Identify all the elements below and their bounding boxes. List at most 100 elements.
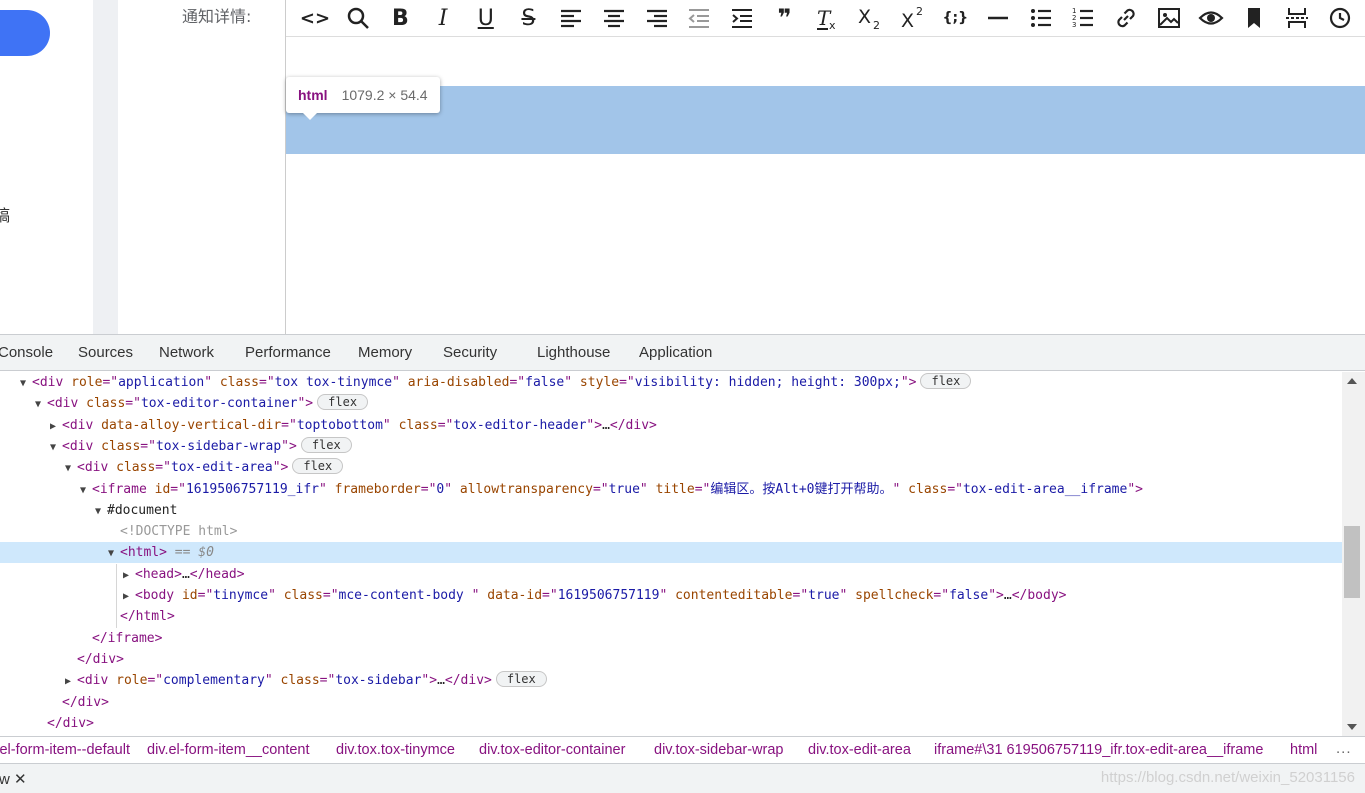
close-icon[interactable]: ✕ <box>14 770 27 788</box>
image-button[interactable] <box>1152 3 1186 33</box>
dom-node[interactable]: ▼ #document <box>0 500 1342 521</box>
editor-content-area[interactable]: html 1079.2 × 54.4 <box>286 38 1365 334</box>
code-button[interactable]: <> <box>298 3 332 33</box>
italic-icon: I <box>438 5 448 31</box>
dom-node[interactable]: ▼ <div class="tox-edit-area"> flex <box>0 457 1342 478</box>
dom-node[interactable]: ▼ <iframe id="1619506757119_ifr" framebor… <box>0 479 1342 500</box>
collapse-triangle-icon[interactable]: ▶ <box>50 416 62 437</box>
indent-button[interactable] <box>725 3 759 33</box>
tab-application[interactable]: Application <box>639 344 712 361</box>
dom-node[interactable]: </div> <box>0 713 1342 734</box>
scroll-up-arrow-icon[interactable] <box>1347 378 1357 384</box>
insert-time-icon <box>1329 7 1350 29</box>
dom-token: id <box>154 481 171 497</box>
dom-token: =" <box>542 588 558 603</box>
breadcrumb-item[interactable]: div.tox-sidebar-wrap <box>654 742 783 758</box>
underline-button[interactable]: U <box>469 3 503 33</box>
outdent-button[interactable] <box>682 3 716 33</box>
dom-node[interactable]: ▼ <div class="tox-editor-container"> flex <box>0 393 1342 414</box>
flex-badge[interactable]: flex <box>292 458 344 475</box>
dom-token: id <box>181 588 198 603</box>
preview-button[interactable] <box>1194 3 1228 33</box>
scrollbar-thumb[interactable] <box>1344 526 1360 598</box>
dom-token: =" <box>947 481 963 497</box>
expand-triangle-icon[interactable]: ▼ <box>108 543 120 564</box>
align-left-button[interactable] <box>554 3 588 33</box>
breadcrumb-item[interactable]: div.el-form-item.el-form-item--default <box>0 742 130 758</box>
drawer-tab-label[interactable]: w <box>0 771 10 788</box>
tab-memory[interactable]: Memory <box>358 344 412 361</box>
blockquote-button[interactable]: ❞ <box>768 3 802 33</box>
italic-button[interactable]: I <box>426 3 460 33</box>
dom-token: aria-disabled <box>407 375 510 390</box>
dom-token: " <box>444 481 460 497</box>
align-center-button[interactable] <box>597 3 631 33</box>
dom-token: role <box>116 673 148 689</box>
strikethrough-button[interactable]: S <box>511 3 545 33</box>
breadcrumb-item[interactable]: iframe#\31 619506757119_ifr.tox-edit-are… <box>934 742 1263 758</box>
dom-token: "> <box>272 460 289 476</box>
dom-node[interactable]: </iframe> <box>0 628 1342 649</box>
dom-node[interactable]: ▶ <div data-alloy-vertical-dir="toptobott… <box>0 415 1342 436</box>
code-sample-button[interactable]: {;} <box>938 3 972 33</box>
tab-performance[interactable]: Performance <box>245 344 331 361</box>
dom-token: " <box>564 375 580 390</box>
collapse-triangle-icon[interactable]: ▶ <box>123 586 135 607</box>
tab-network[interactable]: Network <box>159 344 214 361</box>
collapse-triangle-icon[interactable]: ▶ <box>65 671 77 692</box>
breadcrumb-item[interactable]: div.tox.tox-tinymce <box>336 742 455 758</box>
breadcrumb-item[interactable]: div.tox-edit-area <box>808 742 911 758</box>
bold-button[interactable]: B <box>383 3 417 33</box>
tab-lighthouse[interactable]: Lighthouse <box>537 344 610 361</box>
primary-button[interactable] <box>0 10 50 56</box>
dom-token: " <box>204 375 220 390</box>
subscript-button[interactable]: X2 <box>853 3 887 33</box>
expand-triangle-icon[interactable]: ▼ <box>20 373 32 394</box>
expand-triangle-icon[interactable]: ▼ <box>65 458 77 479</box>
dom-token: </div> <box>444 673 492 689</box>
page-break-button[interactable] <box>1280 3 1314 33</box>
tab-console[interactable]: Console <box>0 344 53 361</box>
breadcrumb-item[interactable]: html <box>1290 742 1317 758</box>
bookmark-button[interactable] <box>1237 3 1271 33</box>
search-button[interactable] <box>341 3 375 33</box>
flex-badge[interactable]: flex <box>317 394 369 411</box>
dom-node[interactable]: </div> <box>0 649 1342 670</box>
dom-node[interactable]: ▼ <div class="tox-sidebar-wrap"> flex <box>0 436 1342 457</box>
numbered-list-button[interactable]: 123 <box>1066 3 1100 33</box>
tab-sources[interactable]: Sources <box>78 344 133 361</box>
link-button[interactable] <box>1109 3 1143 33</box>
dom-node[interactable]: ▶ <body id="tinymce" class="mce-content-b… <box>0 585 1342 606</box>
remove-format-button[interactable]: Tx <box>810 3 844 33</box>
align-right-button[interactable] <box>640 3 674 33</box>
expand-triangle-icon[interactable]: ▼ <box>50 437 62 458</box>
breadcrumb-more[interactable]: ... <box>1336 740 1352 757</box>
expand-triangle-icon[interactable]: ▼ <box>95 501 107 522</box>
dom-node[interactable]: ▼ <div role="application" class="tox tox-… <box>0 372 1342 393</box>
bullet-list-button[interactable] <box>1024 3 1058 33</box>
dom-node[interactable]: </html> <box>0 606 1342 627</box>
dom-node[interactable]: <!DOCTYPE html> <box>0 521 1342 542</box>
expand-triangle-icon[interactable]: ▼ <box>35 394 47 415</box>
dom-token: =" <box>322 588 339 603</box>
tab-security[interactable]: Security <box>443 344 497 361</box>
flex-badge[interactable]: flex <box>920 373 972 389</box>
dom-node[interactable]: </div> <box>0 692 1342 713</box>
scroll-down-arrow-icon[interactable] <box>1347 724 1357 730</box>
dom-tree-scrollbar[interactable] <box>1342 372 1365 736</box>
dom-node[interactable]: ▶ <head>…</head> <box>0 564 1342 585</box>
dom-token: </iframe> <box>92 630 163 646</box>
dom-node[interactable]: ▶ <div role="complementary" class="tox-si… <box>0 670 1342 691</box>
flex-badge[interactable]: flex <box>300 436 352 453</box>
dom-token: mce-content-body <box>338 588 472 603</box>
expand-triangle-icon[interactable]: ▼ <box>80 480 92 501</box>
superscript-button[interactable]: X2 <box>896 3 930 33</box>
tooltip-dimensions: 1079.2 × 54.4 <box>341 87 428 103</box>
flex-badge[interactable]: flex <box>495 671 547 688</box>
insert-time-button[interactable] <box>1323 3 1357 33</box>
collapse-triangle-icon[interactable]: ▶ <box>123 565 135 586</box>
breadcrumb-item[interactable]: div.el-form-item__content <box>147 742 310 758</box>
horizontal-rule-button[interactable] <box>981 3 1015 33</box>
dom-node-selected[interactable]: ▼ <html> == $0 <box>0 542 1342 564</box>
breadcrumb-item[interactable]: div.tox-editor-container <box>479 742 625 758</box>
